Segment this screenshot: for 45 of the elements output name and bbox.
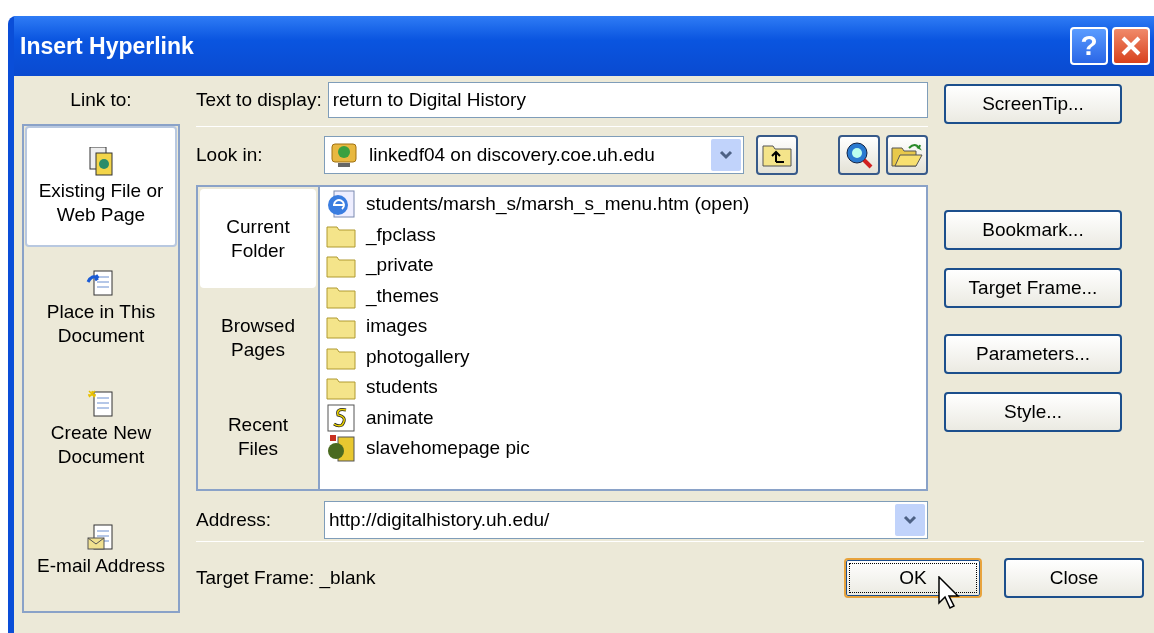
envelope-icon — [86, 522, 116, 553]
link-to-label: Link to: — [70, 88, 132, 112]
image-icon — [326, 433, 356, 464]
address-field[interactable]: http://digitalhistory.uh.edu/ — [324, 501, 928, 539]
mouse-cursor-icon — [938, 576, 960, 610]
side-button[interactable]: Bookmark... — [944, 210, 1122, 250]
browse-tab[interactable]: Browsed Pages — [200, 288, 316, 388]
look-in-label: Look in: — [196, 144, 264, 166]
browse-tab[interactable]: Current Folder — [200, 189, 316, 289]
up-folder-button[interactable] — [756, 135, 798, 175]
document-icon — [86, 267, 116, 298]
close-icon — [1120, 35, 1142, 57]
file-item[interactable]: _themes — [366, 284, 439, 307]
link-type-item[interactable]: Existing File or Web Page — [25, 126, 177, 248]
browse-file-button[interactable] — [886, 135, 928, 175]
file-item[interactable]: _private — [366, 254, 434, 277]
screentip-button[interactable]: ScreenTip... — [944, 84, 1122, 124]
computer-icon — [329, 140, 359, 170]
script-icon — [326, 403, 356, 432]
file-item[interactable]: _fpclass — [366, 223, 436, 246]
browse-tab[interactable]: Recent Files — [200, 387, 316, 487]
file-item[interactable]: images — [366, 315, 428, 338]
text-to-display-label: Text to display: — [196, 89, 322, 111]
file-item[interactable]: students/marsh_s/marsh_s_menu.htm (open) — [366, 193, 750, 216]
file-item[interactable]: photogallery — [366, 345, 470, 368]
look-in-dropdown[interactable]: linkedf04 on discovery.coe.uh.edu — [324, 136, 744, 174]
close-button[interactable] — [1112, 27, 1150, 65]
file-item[interactable]: slavehomepage pic — [366, 437, 530, 460]
link-type-item[interactable]: Place in This Document — [25, 247, 177, 369]
text-to-display-field[interactable]: return to Digital History — [327, 82, 928, 118]
document-icon — [86, 146, 116, 177]
file-item[interactable]: students — [366, 376, 438, 399]
link-type-item[interactable]: E-mail Address — [25, 489, 177, 611]
close-dialog-button[interactable]: Close — [1004, 558, 1144, 598]
side-button[interactable]: Parameters... — [944, 334, 1122, 374]
target-frame-text: Target Frame: _blank — [196, 567, 376, 589]
globe-icon — [326, 190, 356, 219]
document-icon — [86, 389, 116, 420]
address-label: Address: — [196, 509, 272, 531]
browse-web-button[interactable] — [838, 135, 880, 175]
side-button[interactable]: Target Frame... — [944, 268, 1122, 308]
link-type-item[interactable]: Create New Document — [25, 368, 177, 490]
side-button[interactable]: Style... — [944, 392, 1122, 432]
window-title: Insert Hyperlink — [20, 32, 194, 60]
file-item[interactable]: animate — [366, 406, 434, 429]
